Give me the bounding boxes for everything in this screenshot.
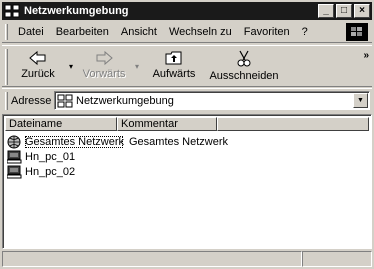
menu-bearbeiten[interactable]: Bearbeiten bbox=[50, 23, 115, 41]
dropdown-arrow-icon: ▾ bbox=[134, 61, 139, 71]
forward-label: Vorwärts bbox=[82, 68, 126, 80]
list-header: Dateiname Kommentar bbox=[5, 117, 369, 131]
file-list-view[interactable]: Dateiname Kommentar Gesamtes Netzwerk Ge… bbox=[2, 114, 372, 249]
status-bar bbox=[2, 251, 372, 267]
toolbar-more-chevron-icon[interactable]: » bbox=[363, 50, 369, 61]
back-label: Zurück bbox=[21, 68, 55, 80]
computer-icon bbox=[7, 150, 22, 163]
item-comment: Gesamtes Netzwerk bbox=[129, 135, 229, 148]
menubar-grip[interactable] bbox=[5, 23, 8, 40]
chevron-down-icon: ▼ bbox=[357, 97, 364, 104]
menu-help[interactable]: ? bbox=[296, 23, 314, 41]
address-field[interactable]: Netzwerkumgebung ▼ bbox=[54, 91, 370, 110]
back-button[interactable]: Zurück bbox=[10, 46, 66, 86]
title-bar[interactable]: Netzwerkumgebung _ □ × bbox=[2, 2, 372, 20]
menu-bar: Datei Bearbeiten Ansicht Wechseln zu Fav… bbox=[2, 21, 372, 43]
globe-network-icon bbox=[7, 135, 21, 148]
folder-up-icon bbox=[165, 51, 182, 65]
column-header-blank[interactable] bbox=[217, 117, 369, 131]
menu-ansicht[interactable]: Ansicht bbox=[115, 23, 163, 41]
maximize-icon: □ bbox=[340, 5, 348, 16]
item-name: Gesamtes Netzwerk bbox=[25, 135, 125, 148]
network-places-icon bbox=[57, 94, 73, 107]
column-header-kommentar[interactable]: Kommentar bbox=[117, 117, 217, 131]
maximize-button[interactable]: □ bbox=[336, 4, 352, 18]
menu-datei[interactable]: Datei bbox=[12, 23, 50, 41]
menu-wechseln-zu[interactable]: Wechseln zu bbox=[163, 23, 238, 41]
up-label: Aufwärts bbox=[152, 68, 196, 80]
address-bar: Adresse Netzwerkumgebung ▼ bbox=[2, 88, 372, 112]
item-name: Hn_pc_02 bbox=[25, 165, 76, 178]
standard-toolbar: Zurück ▾ Vorwärts ▾ Aufwärts Ausschneide… bbox=[2, 45, 372, 87]
address-label: Adresse bbox=[11, 94, 52, 107]
computer-icon bbox=[7, 165, 22, 178]
window-controls: _ □ × bbox=[318, 4, 370, 18]
back-arrow-icon bbox=[29, 50, 46, 66]
address-dropdown-button[interactable]: ▼ bbox=[353, 93, 368, 108]
explorer-window: Netzwerkumgebung _ □ × Datei Bearbeiten … bbox=[0, 0, 374, 269]
menu-favoriten[interactable]: Favoriten bbox=[238, 23, 296, 41]
cut-button[interactable]: Ausschneiden bbox=[206, 46, 282, 86]
windows-logo-icon bbox=[346, 23, 368, 41]
network-places-icon bbox=[4, 4, 20, 18]
back-dropdown[interactable]: ▾ bbox=[66, 46, 76, 86]
forward-button[interactable]: Vorwärts bbox=[76, 46, 132, 86]
close-button[interactable]: × bbox=[354, 4, 370, 18]
status-pane-main bbox=[2, 251, 302, 267]
toolbar-grip[interactable] bbox=[5, 49, 8, 85]
minimize-button[interactable]: _ bbox=[318, 4, 334, 18]
forward-arrow-icon bbox=[96, 50, 113, 66]
item-name: Hn_pc_01 bbox=[25, 150, 76, 163]
forward-dropdown[interactable]: ▾ bbox=[132, 46, 142, 86]
scissors-icon bbox=[237, 50, 251, 67]
address-value: Netzwerkumgebung bbox=[76, 94, 174, 107]
dropdown-arrow-icon: ▾ bbox=[68, 61, 73, 71]
status-pane-zone bbox=[302, 251, 372, 267]
list-item[interactable]: Gesamtes Netzwerk Gesamtes Netzwerk bbox=[7, 134, 228, 149]
list-item[interactable]: Hn_pc_01 bbox=[7, 149, 228, 164]
list-item[interactable]: Hn_pc_02 bbox=[7, 164, 228, 179]
file-rows: Gesamtes Netzwerk Gesamtes Netzwerk Hn_p… bbox=[7, 134, 228, 179]
up-button[interactable]: Aufwärts bbox=[142, 46, 206, 86]
minimize-icon: _ bbox=[323, 5, 329, 16]
window-title: Netzwerkumgebung bbox=[24, 5, 129, 17]
cut-label: Ausschneiden bbox=[209, 70, 279, 82]
column-header-dateiname[interactable]: Dateiname bbox=[5, 117, 117, 131]
addressbar-grip[interactable] bbox=[5, 91, 8, 110]
close-icon: × bbox=[359, 5, 365, 16]
